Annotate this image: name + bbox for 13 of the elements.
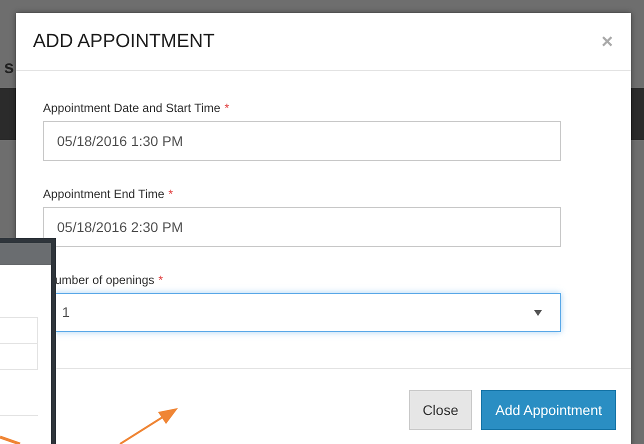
required-asterisk: * xyxy=(168,186,174,203)
caret-icon xyxy=(534,310,542,316)
input-field[interactable]: 05/18/2016 1:30 PM xyxy=(43,121,561,161)
field-label: umber of openings xyxy=(55,272,154,289)
add-appointment-button[interactable]: Add Appointment xyxy=(481,390,616,430)
modal-title: ADD APPOINTMENT xyxy=(33,30,215,54)
required-asterisk: * xyxy=(158,272,164,289)
close-dialog-button[interactable]: Close xyxy=(408,390,472,430)
required-asterisk: * xyxy=(224,100,230,117)
input-field[interactable]: 05/18/2016 2:30 PM xyxy=(43,207,561,247)
field-label: Appointment End Time xyxy=(43,186,164,203)
field-label: Appointment Date and Start Time xyxy=(43,100,220,117)
page-text: s xyxy=(4,56,14,79)
